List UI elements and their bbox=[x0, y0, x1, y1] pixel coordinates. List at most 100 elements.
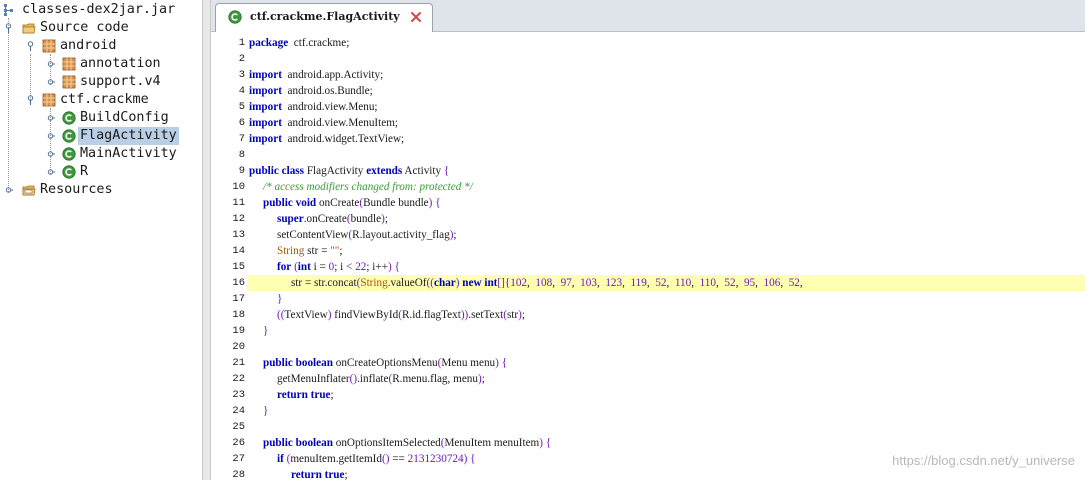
line-number: 18 bbox=[232, 309, 245, 321]
code-token: , bbox=[571, 277, 581, 289]
collapsed-toggle-icon[interactable] bbox=[46, 131, 55, 141]
code-line[interactable]: getMenuInflater().inflate(R.menu.flag, m… bbox=[247, 371, 1085, 387]
code-token: .setText bbox=[468, 309, 504, 321]
code-token: { bbox=[470, 453, 476, 465]
code-token: import bbox=[249, 133, 282, 145]
code-line[interactable]: } bbox=[247, 291, 1085, 307]
code-line[interactable]: super.onCreate(bundle); bbox=[247, 211, 1085, 227]
code-line[interactable]: return true; bbox=[247, 387, 1085, 403]
code-line[interactable]: public void onCreate(Bundle bundle) { bbox=[247, 195, 1085, 211]
line-number: 8 bbox=[238, 149, 245, 161]
code-token: , bbox=[622, 277, 631, 289]
code-token: 52 bbox=[788, 277, 800, 289]
collapsed-toggle-icon[interactable] bbox=[46, 59, 55, 69]
code-token: 103 bbox=[580, 277, 597, 289]
code-lines[interactable]: package ctf.crackme; import android.app.A… bbox=[247, 32, 1085, 480]
code-line[interactable] bbox=[247, 419, 1085, 435]
code-line[interactable]: ((TextView) findViewById(R.id.flagText))… bbox=[247, 307, 1085, 323]
code-line[interactable]: } bbox=[247, 403, 1085, 419]
code-line[interactable]: setContentView(R.layout.activity_flag); bbox=[247, 227, 1085, 243]
pane-splitter[interactable] bbox=[202, 0, 211, 480]
code-token: char bbox=[434, 277, 456, 289]
code-token: } bbox=[276, 293, 283, 305]
line-number: 28 bbox=[232, 469, 245, 480]
line-number: 9 bbox=[238, 165, 245, 177]
code-token: ; bbox=[521, 309, 525, 321]
code-token: , bbox=[666, 277, 675, 289]
code-token: } bbox=[262, 405, 269, 417]
code-line[interactable]: public class FlagActivity extends Activi… bbox=[247, 163, 1085, 179]
code-line[interactable]: import android.view.Menu; bbox=[247, 99, 1085, 115]
code-line[interactable]: str = str.concat(String.valueOf((char) n… bbox=[247, 275, 1085, 291]
code-token: extends bbox=[366, 165, 403, 177]
code-token: ; bbox=[384, 213, 388, 225]
code-token: .onCreate bbox=[303, 213, 347, 225]
code-line[interactable]: import android.widget.TextView; bbox=[247, 131, 1085, 147]
code-line[interactable]: /* access modifiers changed from: protec… bbox=[247, 179, 1085, 195]
code-token: getMenuInflater bbox=[249, 373, 350, 385]
code-token: setContentView bbox=[249, 229, 349, 241]
code-line[interactable]: public boolean onCreateOptionsMenu(Menu … bbox=[247, 355, 1085, 371]
expand-toggle-icon[interactable] bbox=[26, 41, 35, 51]
code-token: ; bbox=[453, 229, 457, 241]
tab-flag-activity[interactable]: ctf.crackme.FlagActivity bbox=[215, 3, 433, 32]
code-line[interactable]: public boolean onOptionsItemSelected(Men… bbox=[247, 435, 1085, 451]
expand-toggle-icon[interactable] bbox=[26, 95, 35, 105]
code-line[interactable] bbox=[247, 147, 1085, 163]
code-token: android.app.Activity; bbox=[281, 69, 384, 81]
code-line[interactable]: package ctf.crackme; bbox=[247, 35, 1085, 51]
line-number: 16 bbox=[232, 277, 245, 289]
code-token: { bbox=[545, 437, 552, 449]
code-view[interactable]: 1 2 3 4 5 6 7 8 9 10 11 12 13 14 15 16 17 18 19 20 21 22 23 24 2… bbox=[211, 32, 1085, 480]
class-icon bbox=[62, 147, 76, 161]
code-token: onCreateOptionsMenu bbox=[332, 357, 438, 369]
line-number: 4 bbox=[238, 85, 245, 97]
project-tree[interactable]: classes-dex2jar.jar Source code android … bbox=[0, 0, 202, 480]
code-token: str = bbox=[304, 245, 331, 257]
expand-toggle-icon[interactable] bbox=[4, 23, 13, 33]
tree-ctf-crackme-label: ctf.crackme bbox=[60, 92, 149, 107]
code-line[interactable]: import android.app.Activity; bbox=[247, 67, 1085, 83]
code-token: import bbox=[249, 85, 282, 97]
class-icon bbox=[62, 111, 76, 125]
collapsed-toggle-icon[interactable] bbox=[46, 167, 55, 177]
code-line[interactable]: } bbox=[247, 323, 1085, 339]
line-number: 13 bbox=[232, 229, 245, 241]
code-line[interactable]: for (int i = 0; i < 22; i++) { bbox=[247, 259, 1085, 275]
line-number: 17 bbox=[232, 293, 245, 305]
code-token: 119 bbox=[630, 277, 647, 289]
code-line[interactable]: import android.os.Bundle; bbox=[247, 83, 1085, 99]
code-token: import bbox=[249, 101, 282, 113]
code-token: ; bbox=[481, 373, 485, 385]
tree-connector bbox=[8, 18, 9, 192]
code-line[interactable]: return true; bbox=[247, 467, 1085, 480]
code-token: 52 bbox=[724, 277, 736, 289]
collapsed-toggle-icon[interactable] bbox=[46, 77, 55, 87]
collapsed-toggle-icon[interactable] bbox=[46, 149, 55, 159]
code-token: ctf.crackme; bbox=[288, 37, 350, 49]
code-line[interactable] bbox=[247, 51, 1085, 67]
line-number: 25 bbox=[232, 421, 245, 433]
collapsed-toggle-icon[interactable] bbox=[46, 113, 55, 123]
code-token: 102 bbox=[510, 277, 528, 289]
line-number: 15 bbox=[232, 261, 245, 273]
code-line[interactable] bbox=[247, 339, 1085, 355]
code-token: == bbox=[389, 453, 408, 465]
collapsed-toggle-icon[interactable] bbox=[4, 185, 13, 195]
code-line[interactable]: import android.view.MenuItem; bbox=[247, 115, 1085, 131]
code-token: super bbox=[276, 213, 304, 225]
code-token: new int bbox=[462, 277, 498, 289]
close-icon[interactable] bbox=[409, 10, 423, 24]
code-line[interactable]: String str = ""; bbox=[247, 243, 1085, 259]
line-number: 24 bbox=[232, 405, 245, 417]
